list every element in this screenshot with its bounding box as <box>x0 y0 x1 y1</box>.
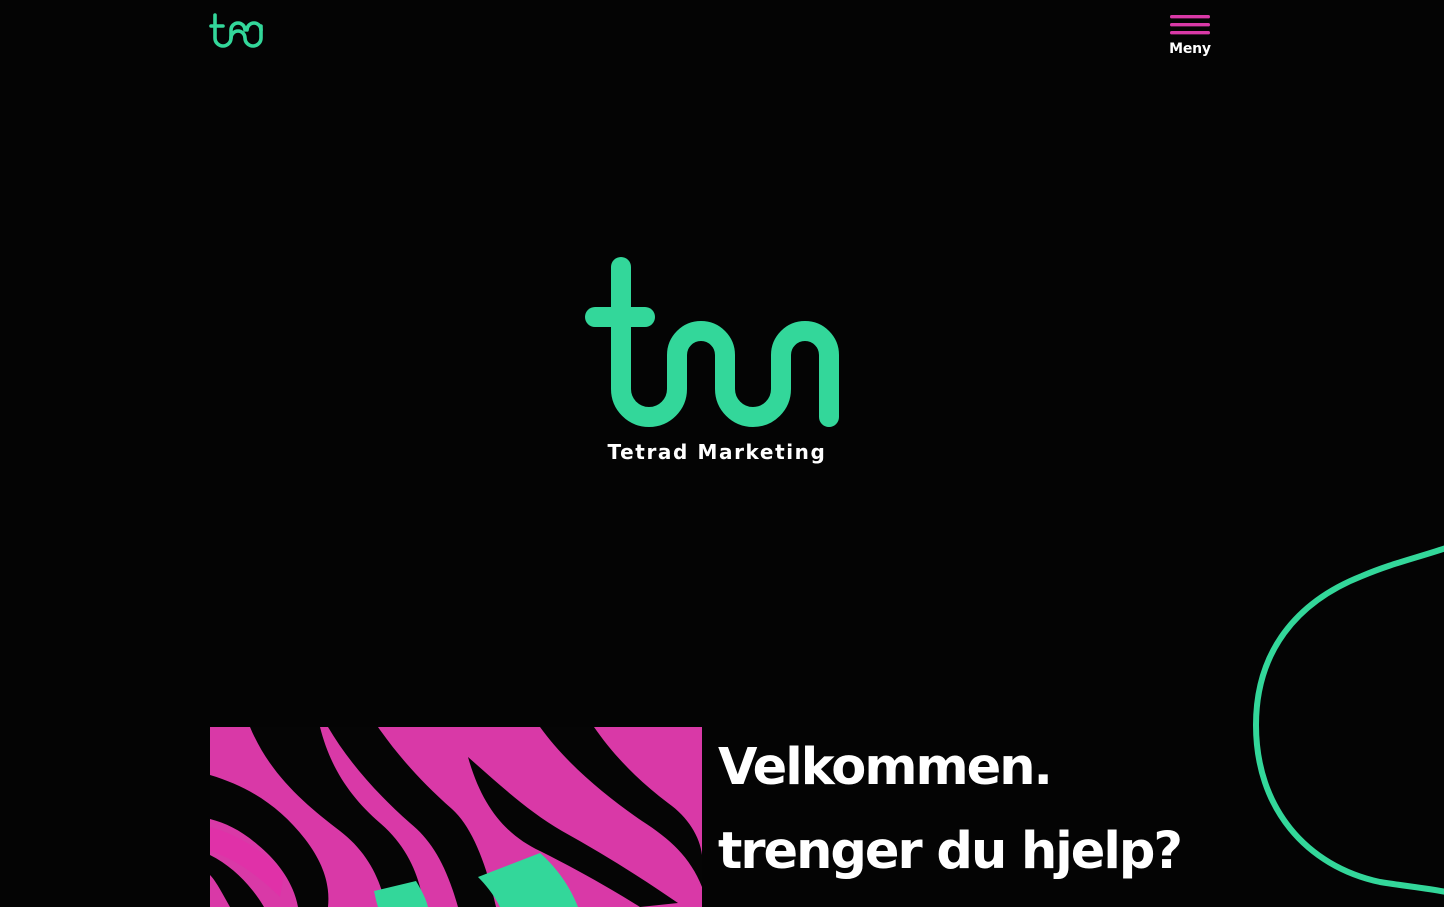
hamburger-icon <box>1170 15 1210 35</box>
headline-welcome: Velkommen. <box>718 738 1053 797</box>
brand-name: Tetrad Marketing <box>607 440 827 464</box>
home-logo-link[interactable] <box>209 12 265 52</box>
headline-help: trenger du hjelp? <box>718 822 1183 881</box>
menu-label: Meny <box>1169 41 1211 57</box>
menu-button[interactable]: Meny <box>1164 12 1216 64</box>
zebra-pattern-image <box>210 727 702 907</box>
decorative-curve <box>1252 545 1444 895</box>
tm-logo-icon <box>209 13 263 48</box>
page: Meny Tetrad Marketing Velkommen. trenger… <box>0 0 1444 907</box>
tm-logo-icon <box>585 257 839 427</box>
